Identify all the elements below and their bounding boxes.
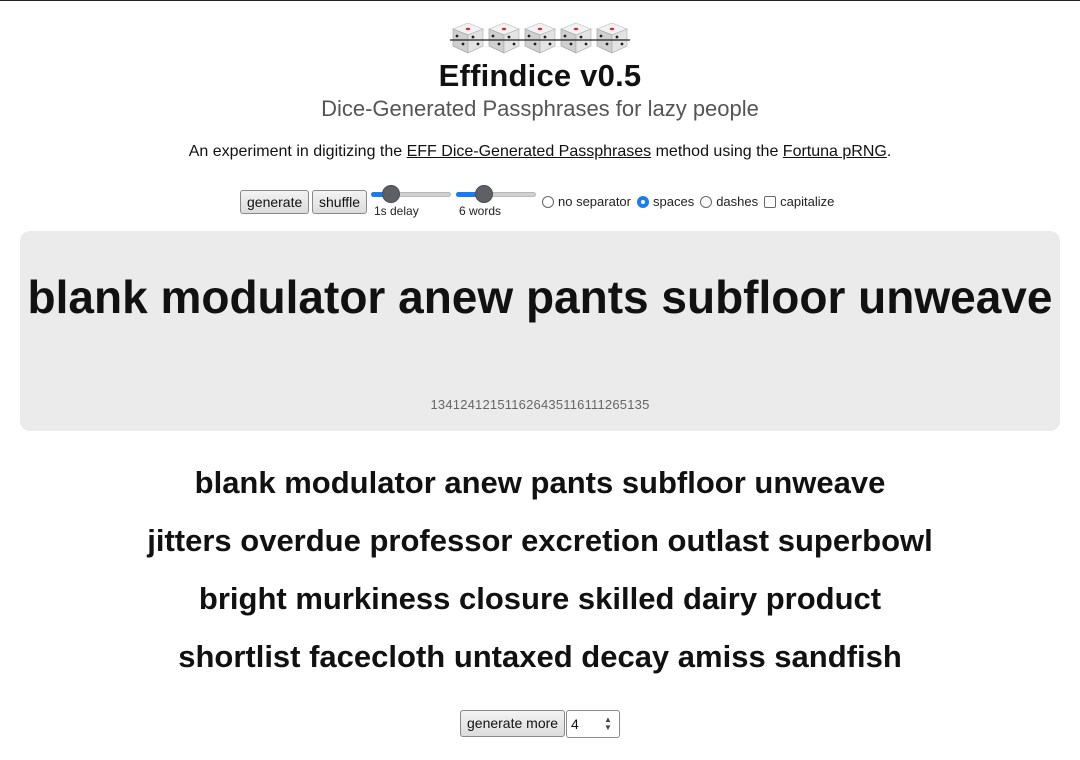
intro-prefix: An experiment in digitizing the [188,143,407,160]
die-icon [486,20,522,56]
words-slider-thumb[interactable] [475,185,493,203]
history-item: bright murkiness closure skilled dairy p… [198,581,882,616]
generate-more-button[interactable]: generate more [460,710,566,737]
count-input[interactable]: 4 ▲ ▼ [566,710,620,738]
die-icon [450,20,486,56]
page-title: Effindice v0.5 [438,58,642,93]
controls-bar: generate shuffle 1s delay 6 words no sep… [240,185,880,226]
die-icon [594,20,630,56]
intro-text: An experiment in digitizing the EFF Dice… [0,143,1080,161]
radio-dot[interactable] [637,195,649,208]
delay-slider[interactable]: 1s delay [371,185,451,218]
generate-button[interactable]: generate [240,190,310,214]
radio-dashes[interactable]: dashes [700,194,758,209]
radio-spaces[interactable]: spaces [637,194,694,209]
checkbox-label: capitalize [780,194,835,209]
radio-dot[interactable] [542,195,554,208]
checkbox-box[interactable] [764,195,777,208]
capitalize-checkbox[interactable]: capitalize [764,194,834,209]
history-item: jitters overdue professor excretion outl… [147,523,933,558]
radio-dot[interactable] [700,195,713,208]
words-label: 6 words [459,204,502,218]
radio-label: no separator [558,194,631,209]
die-icon [522,20,558,56]
history-item: blank modulator anew pants subfloor unwe… [194,465,886,500]
stepper-icon[interactable]: ▲ ▼ [603,716,613,732]
passphrase-panel: blank modulator anew pants subfloor unwe… [20,231,1060,431]
delay-label: 1s delay [374,204,419,218]
page-subtitle: Dice-Generated Passphrases for lazy peop… [321,96,759,121]
eff-link[interactable]: EFF Dice-Generated Passphrases [407,143,652,160]
shuffle-button[interactable]: shuffle [312,190,367,214]
fortuna-link[interactable]: Fortuna pRNG [783,143,887,160]
separator-options: no separator spaces dashes capitalize [542,194,834,209]
intro-suffix: . [886,143,892,160]
dice-digits: 134124121511626435116111265135 [430,397,650,412]
history-item: shortlist facecloth untaxed decay amiss … [178,639,902,674]
passphrase-display: blank modulator anew pants subfloor unwe… [27,271,1053,323]
top-border [0,0,1080,1]
words-slider[interactable]: 6 words [456,185,536,218]
delay-slider-thumb[interactable] [382,185,400,203]
intro-middle: method using the [651,143,783,160]
page: Effindice v0.5 Dice-Generated Passphrase… [0,0,1080,760]
radio-label: dashes [716,194,759,209]
passphrase-history: blank modulator anew pants subfloor unwe… [0,460,1080,692]
count-value: 4 [571,716,579,732]
radio-no-separator[interactable]: no separator [542,194,631,209]
dice-logo [450,20,630,56]
generate-more-row: generate more 4 ▲ ▼ [460,710,630,738]
die-icon [558,20,594,56]
radio-label: spaces [653,194,695,209]
